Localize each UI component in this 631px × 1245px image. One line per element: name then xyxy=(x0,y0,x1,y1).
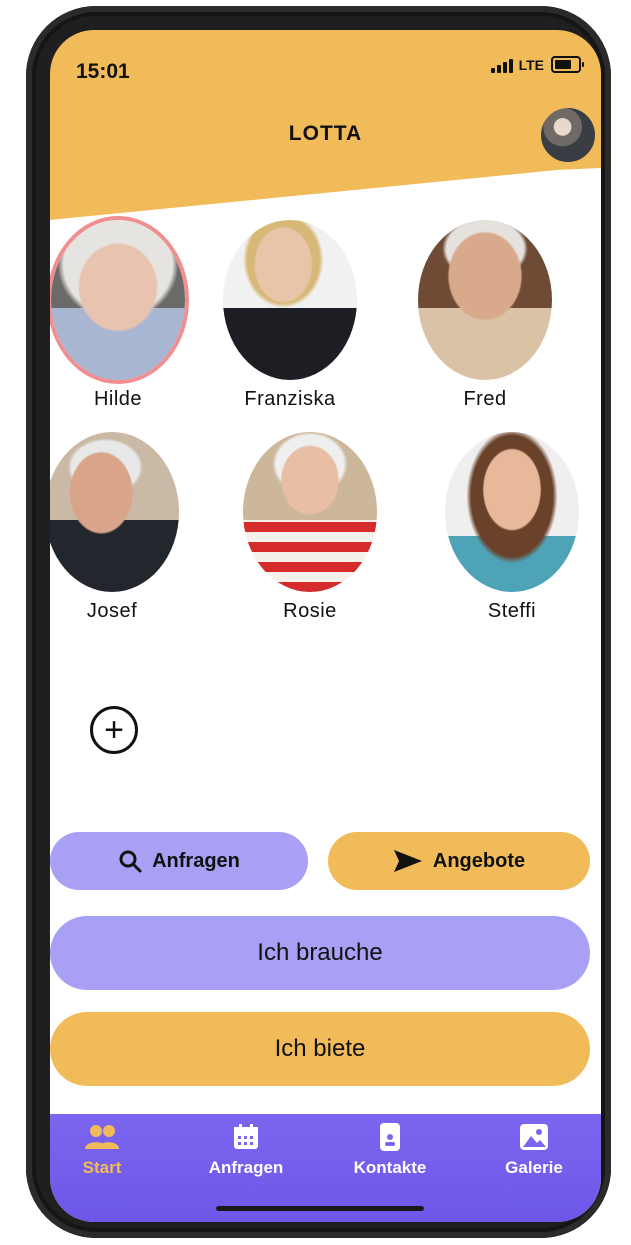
requests-label: Anfragen xyxy=(152,849,240,872)
avatar xyxy=(223,220,357,380)
contact-franziska[interactable]: Franziska xyxy=(220,220,360,411)
people-icon xyxy=(50,1122,162,1152)
contact-name: Franziska xyxy=(244,388,336,410)
nav-label: Start xyxy=(82,1158,122,1177)
status-indicators: LTE xyxy=(490,56,584,73)
requests-button[interactable]: Anfragen xyxy=(50,832,308,890)
network-label: LTE xyxy=(518,56,544,73)
contact-rosie[interactable]: Rosie xyxy=(240,432,380,623)
profile-avatar[interactable] xyxy=(539,106,597,164)
contact-josef[interactable]: Josef xyxy=(50,432,182,623)
need-help-label: Ich brauche xyxy=(257,939,383,966)
avatar xyxy=(50,432,179,592)
status-time: 15:01 xyxy=(76,60,130,83)
avatar xyxy=(418,220,552,380)
need-help-button[interactable]: Ich brauche xyxy=(50,916,590,990)
nav-label: Anfragen xyxy=(208,1158,284,1177)
contact-name: Rosie xyxy=(283,600,337,622)
signal-icon xyxy=(490,57,513,73)
contact-steffi[interactable]: Steffi xyxy=(442,432,582,623)
avatar xyxy=(445,432,579,592)
offers-button[interactable]: Angebote xyxy=(328,832,590,890)
phone-contact-icon xyxy=(330,1122,450,1152)
avatar xyxy=(51,220,185,380)
avatar xyxy=(243,432,377,592)
contact-name: Steffi xyxy=(487,600,537,622)
nav-item-requests[interactable]: Anfragen xyxy=(186,1122,306,1178)
contact-name: Josef xyxy=(86,600,138,622)
nav-item-start[interactable]: Start xyxy=(50,1122,162,1178)
home-indicator xyxy=(216,1206,424,1211)
offers-label: Angebote xyxy=(432,849,526,872)
app-title: LOTTA xyxy=(288,122,363,145)
nav-label: Kontakte xyxy=(353,1158,427,1177)
plus-icon: + xyxy=(104,711,124,749)
offer-help-button[interactable]: Ich biete xyxy=(50,1012,590,1086)
battery-icon xyxy=(551,56,584,73)
send-icon xyxy=(393,850,422,872)
offer-help-label: Ich biete xyxy=(274,1035,366,1062)
contact-fred[interactable]: Fred xyxy=(415,220,555,411)
contact-name: Hilde xyxy=(93,388,143,410)
calendar-icon xyxy=(186,1122,306,1152)
search-icon xyxy=(119,850,142,873)
contact-name: Fred xyxy=(463,388,507,410)
app-screen: 15:01 LTE LOTTA Hilde Franziska Fred Jos… xyxy=(50,30,601,1222)
add-contact-button[interactable]: + xyxy=(90,706,138,754)
nav-item-gallery[interactable]: Galerie xyxy=(474,1122,594,1178)
nav-label: Galerie xyxy=(505,1158,563,1177)
image-icon xyxy=(474,1122,594,1152)
contact-hilde[interactable]: Hilde xyxy=(50,220,188,411)
nav-item-contacts[interactable]: Kontakte xyxy=(330,1122,450,1178)
